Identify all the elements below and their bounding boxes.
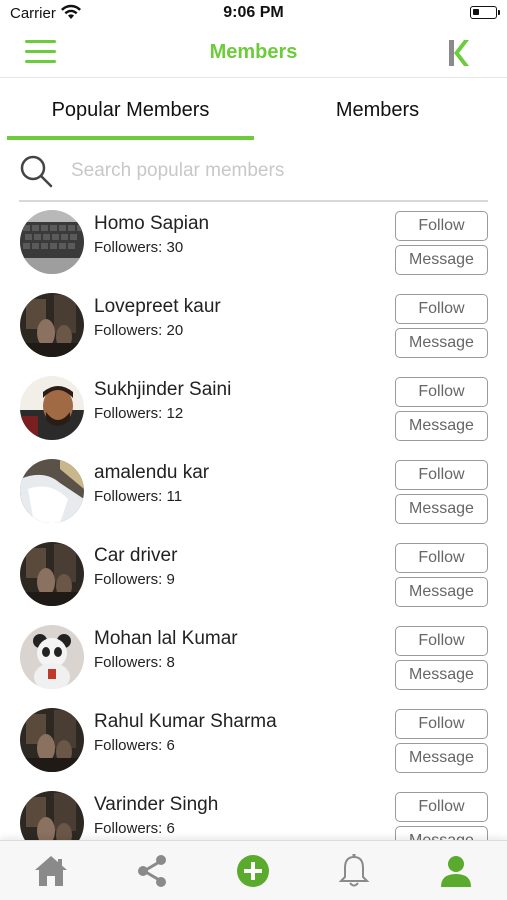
follow-button[interactable]: Follow xyxy=(395,543,488,573)
avatar[interactable] xyxy=(20,459,84,523)
follower-count: Followers: 9 xyxy=(94,571,175,588)
message-button[interactable]: Message xyxy=(395,328,488,358)
avatar[interactable] xyxy=(20,293,84,357)
list-item: Lovepreet kaur Followers: 20 Follow Mess… xyxy=(0,287,507,370)
app-logo-icon xyxy=(449,40,469,66)
panda-toy-photo xyxy=(20,625,84,689)
avatar[interactable] xyxy=(20,210,84,274)
page-title: Members xyxy=(209,41,298,63)
bottom-tab-bar xyxy=(0,840,507,900)
member-name[interactable]: Car driver xyxy=(94,545,177,567)
follow-button[interactable]: Follow xyxy=(395,709,488,739)
member-name[interactable]: Mohan lal Kumar xyxy=(94,628,238,650)
waterfall-photo xyxy=(20,459,84,523)
dark-room-photo xyxy=(20,708,84,772)
tab-profile[interactable] xyxy=(436,851,476,891)
member-name[interactable]: Lovepreet kaur xyxy=(94,296,221,318)
follow-button[interactable]: Follow xyxy=(395,377,488,407)
list-item: amalendu kar Followers: 11 Follow Messag… xyxy=(0,453,507,536)
battery-icon xyxy=(470,6,500,19)
dark-room-photo xyxy=(20,791,84,840)
profile-icon xyxy=(441,856,471,887)
man-selfie-photo xyxy=(20,376,84,440)
avatar[interactable] xyxy=(20,376,84,440)
follower-count: Followers: 20 xyxy=(94,322,184,339)
follower-count: Followers: 6 xyxy=(94,737,175,754)
tab-share[interactable] xyxy=(132,851,172,891)
member-name[interactable]: Rahul Kumar Sharma xyxy=(94,711,277,733)
status-time: 9:06 PM xyxy=(223,4,284,21)
dark-room-photo xyxy=(20,542,84,606)
list-item: Varinder Singh Followers: 6 Follow Messa… xyxy=(0,785,507,840)
dark-room-photo xyxy=(20,293,84,357)
follower-count: Followers: 12 xyxy=(94,405,184,422)
message-button[interactable]: Message xyxy=(395,245,488,275)
avatar[interactable] xyxy=(20,625,84,689)
message-button[interactable]: Message xyxy=(395,826,488,840)
list-item: Rahul Kumar Sharma Followers: 6 Follow M… xyxy=(0,702,507,785)
follow-button[interactable]: Follow xyxy=(395,626,488,656)
member-name[interactable]: amalendu kar xyxy=(94,462,209,484)
list-item: Sukhjinder Saini Followers: 12 Follow Me… xyxy=(0,370,507,453)
follow-button[interactable]: Follow xyxy=(395,211,488,241)
tab-popular-members[interactable]: Popular Members xyxy=(7,82,254,140)
message-button[interactable]: Message xyxy=(395,494,488,524)
follower-count: Followers: 11 xyxy=(94,488,183,505)
member-list[interactable]: Homo Sapian Followers: 30 Follow Message… xyxy=(0,204,507,840)
avatar[interactable] xyxy=(20,542,84,606)
list-item: Mohan lal Kumar Followers: 8 Follow Mess… xyxy=(0,619,507,702)
tab-notifications[interactable] xyxy=(334,851,374,891)
tab-home[interactable] xyxy=(31,851,71,891)
member-name[interactable]: Homo Sapian xyxy=(94,213,209,235)
nav-bar: Members xyxy=(0,28,507,78)
add-icon xyxy=(237,855,269,887)
message-button[interactable]: Message xyxy=(395,660,488,690)
active-tab-indicator xyxy=(7,136,254,140)
tab-add[interactable] xyxy=(233,851,273,891)
bell-icon xyxy=(338,854,370,887)
member-name[interactable]: Sukhjinder Saini xyxy=(94,379,231,401)
follower-count: Followers: 30 xyxy=(94,239,184,256)
message-button[interactable]: Message xyxy=(395,577,488,607)
search-bar xyxy=(19,146,488,202)
follower-count: Followers: 8 xyxy=(94,654,175,671)
member-name[interactable]: Varinder Singh xyxy=(94,794,218,816)
message-button[interactable]: Message xyxy=(395,411,488,441)
list-item: Homo Sapian Followers: 30 Follow Message xyxy=(0,204,507,287)
home-icon xyxy=(35,856,67,886)
status-bar: Carrier 9:06 PM xyxy=(0,0,507,28)
follow-button[interactable]: Follow xyxy=(395,294,488,324)
search-input[interactable] xyxy=(71,156,471,186)
follower-count: Followers: 6 xyxy=(94,820,175,837)
share-icon xyxy=(138,855,166,887)
keyboard-photo xyxy=(20,210,84,274)
search-icon xyxy=(20,155,53,188)
message-button[interactable]: Message xyxy=(395,743,488,773)
member-tabs: Popular Members Members xyxy=(0,82,507,140)
tab-members[interactable]: Members xyxy=(254,82,501,140)
list-item: Car driver Followers: 9 Follow Message xyxy=(0,536,507,619)
avatar[interactable] xyxy=(20,708,84,772)
follow-button[interactable]: Follow xyxy=(395,460,488,490)
follow-button[interactable]: Follow xyxy=(395,792,488,822)
avatar[interactable] xyxy=(20,791,84,840)
